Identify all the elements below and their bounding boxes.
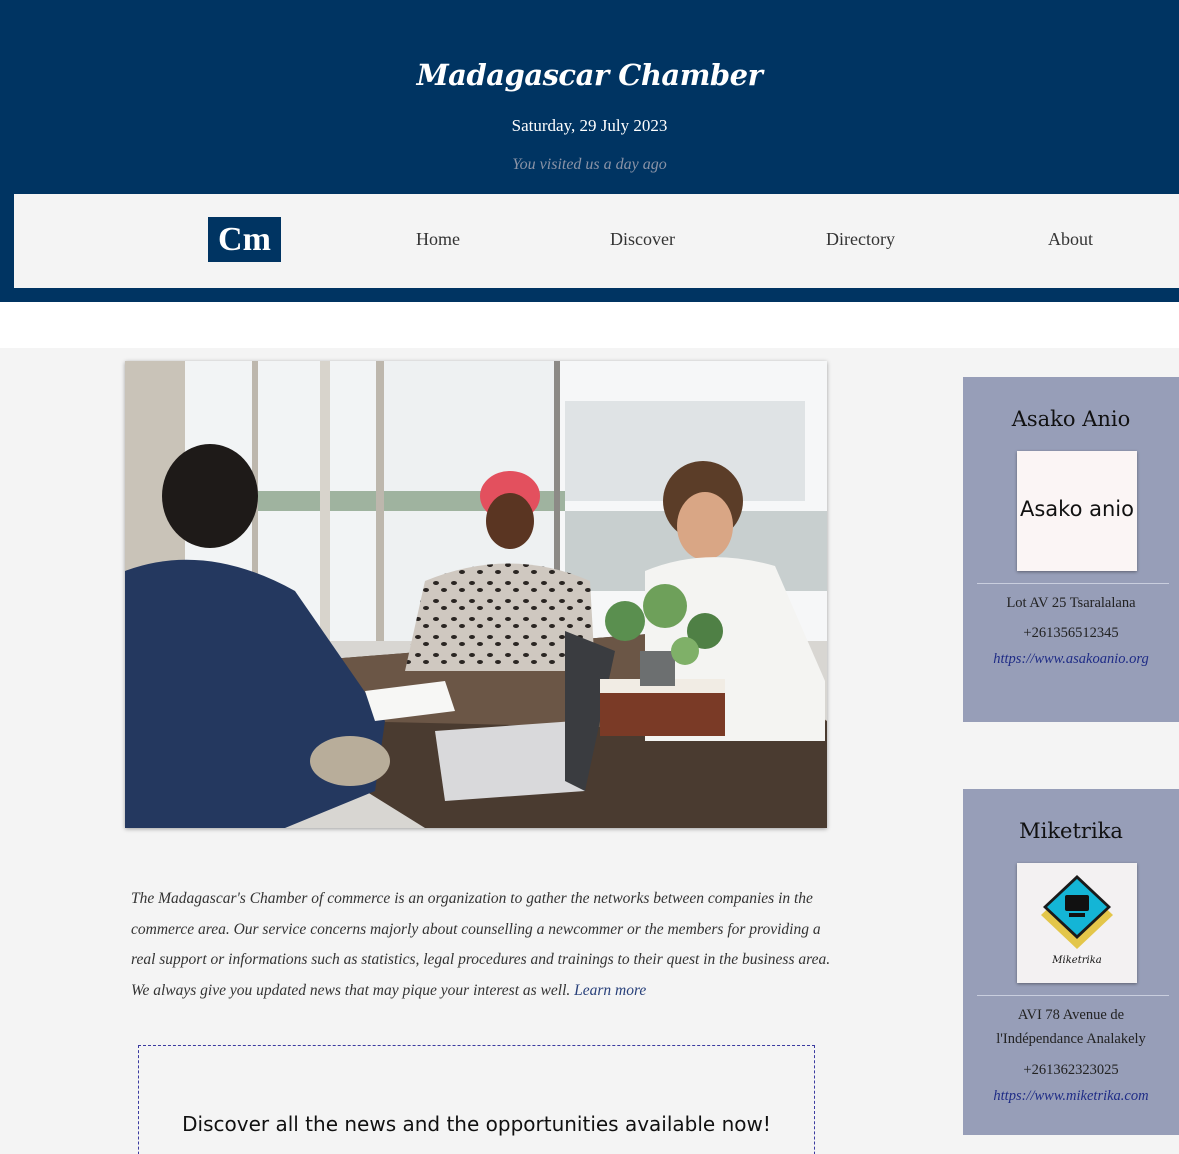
miketrika-logo: Miketrika (1017, 863, 1137, 983)
nav-directory[interactable]: Directory (826, 229, 895, 250)
cta-text: Discover all the news and the opportunit… (182, 1112, 771, 1136)
business-address-line-2: l'Indépendance Analakely (996, 1031, 1146, 1047)
site-title: Madagascar Chamber (416, 58, 763, 92)
asako-anio-logo: Asako anio (1017, 451, 1137, 571)
chamber-logo[interactable]: Cm (208, 217, 281, 262)
asako-anio-logo-text: Asako anio (1020, 497, 1134, 521)
asako-anio-logo-image: Asako anio (1017, 451, 1137, 571)
last-visit-note: You visited us a day ago (512, 156, 667, 173)
site-header: Madagascar Chamber Saturday, 29 July 202… (0, 0, 1179, 302)
learn-more-link[interactable]: Learn more (574, 982, 646, 999)
header-spacer (0, 302, 1179, 348)
nav-home[interactable]: Home (416, 229, 460, 250)
nav-about[interactable]: About (1048, 229, 1093, 250)
business-address-line-1: AVI 78 Avenue de (1017, 1007, 1125, 1023)
business-phone: +261362323025 (1023, 1062, 1119, 1078)
card-divider (977, 995, 1169, 996)
current-date: Saturday, 29 July 2023 (511, 116, 668, 135)
chamber-intro: The Madagascar's Chamber of commerce is … (131, 884, 831, 1006)
meeting-photo-illustration (125, 361, 827, 828)
hero-image (125, 361, 827, 828)
business-name: Miketrika (1019, 819, 1123, 843)
news-cta-box[interactable]: Discover all the news and the opportunit… (138, 1045, 815, 1154)
business-phone: +261356512345 (1023, 625, 1119, 641)
card-divider (977, 583, 1169, 584)
business-address: Lot AV 25 Tsaralalana (1006, 595, 1136, 611)
business-card-asako-anio: Asako Anio Asako anio Lot AV 25 Tsaralal… (963, 377, 1179, 722)
nav-discover[interactable]: Discover (610, 229, 675, 250)
business-website-link[interactable]: https://www.miketrika.com (993, 1088, 1148, 1104)
main-navigation: Cm Home Discover Directory About (14, 194, 1179, 288)
miketrika-logo-text: Miketrika (1051, 955, 1101, 966)
intro-text: The Madagascar's Chamber of commerce is … (131, 890, 831, 999)
business-website-link[interactable]: https://www.asakoanio.org (993, 651, 1149, 667)
miketrika-logo-image: Miketrika (1017, 863, 1137, 983)
business-card-miketrika: Miketrika Miketrika AVI 78 Avenue de l'I… (963, 789, 1179, 1135)
business-name: Asako Anio (1011, 407, 1131, 431)
